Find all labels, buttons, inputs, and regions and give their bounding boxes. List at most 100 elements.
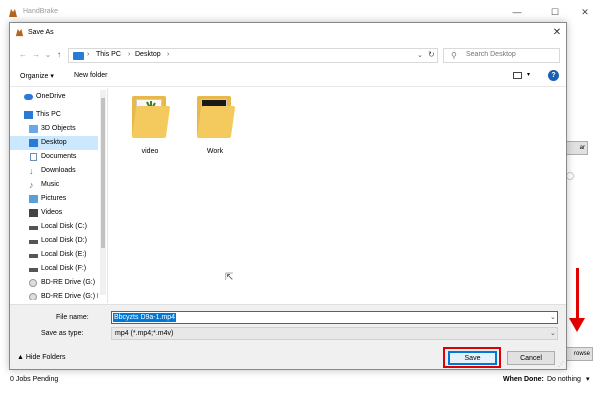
sidebar-scroll-thumb[interactable]: [101, 98, 105, 248]
dialog-close-button[interactable]: ✕: [550, 26, 564, 40]
sidebar-item-documents[interactable]: Documents: [10, 150, 98, 164]
folder-front: [131, 106, 171, 138]
file-name-value[interactable]: Bbcyzts D9a-1.mp4: [113, 313, 177, 322]
sidebar-item-music[interactable]: ♪ Music: [10, 178, 98, 192]
sidebar-item-label: Local Disk (F:): [41, 265, 87, 272]
videos-icon: [29, 209, 38, 217]
maximize-button[interactable]: ☐: [548, 6, 562, 18]
sidebar-item-label: Local Disk (C:): [41, 223, 87, 230]
sidebar-item-label: This PC: [36, 111, 61, 118]
breadcrumb-desktop[interactable]: Desktop: [135, 51, 161, 58]
close-button[interactable]: ✕: [578, 6, 592, 18]
annotation-arrow-icon: [569, 318, 585, 332]
help-icon[interactable]: ?: [548, 70, 559, 81]
folder-front: [196, 106, 236, 138]
sidebar-item-this-pc[interactable]: This PC: [10, 108, 98, 122]
save-as-type-label: Save as type:: [41, 330, 84, 337]
file-name-input[interactable]: Bbcyzts D9a-1.mp4 ⌄: [111, 311, 558, 324]
sidebar-item-desktop[interactable]: Desktop: [10, 136, 98, 150]
when-done-label: When Done:: [503, 376, 544, 383]
handbrake-partial-button[interactable]: ar: [564, 141, 588, 155]
navigation-row: ← → ⌄ ↑ › This PC › Desktop › ⌄ ↻ ⚲: [10, 43, 566, 67]
file-name-label: File name:: [56, 314, 89, 321]
back-arrow-icon[interactable]: ←: [17, 49, 29, 61]
breadcrumb-separator-icon[interactable]: ›: [87, 51, 89, 58]
new-folder-button[interactable]: New folder: [74, 72, 107, 79]
sidebar-item-label: BD-RE Drive (G:): [41, 279, 96, 286]
up-arrow-icon[interactable]: ↑: [53, 49, 65, 61]
handbrake-dialog-icon: [15, 28, 24, 37]
hide-folders-button[interactable]: ▲ Hide Folders: [17, 354, 66, 361]
sidebar-item-local-disk-f[interactable]: Local Disk (F:): [10, 262, 98, 276]
sidebar-item-label: Pictures: [41, 195, 67, 202]
disc-drive-icon: [29, 279, 37, 287]
folder-label: video: [141, 148, 159, 155]
cloud-icon: [24, 94, 33, 100]
sidebar-item-local-disk-d[interactable]: Local Disk (D:): [10, 234, 98, 248]
cancel-button[interactable]: Cancel: [507, 351, 555, 365]
resize-grip-icon[interactable]: ⋰: [558, 361, 564, 368]
document-icon: [30, 153, 37, 161]
dialog-title: Save As: [28, 29, 54, 36]
drive-icon: [29, 226, 38, 230]
dialog-toolbar: Organize ▾ New folder ▾ ?: [10, 67, 566, 87]
music-icon: ♪: [29, 180, 34, 190]
sidebar-item-label: 3D Objects: [41, 125, 76, 132]
search-input[interactable]: [466, 51, 556, 58]
address-bar[interactable]: › This PC › Desktop › ⌄ ↻: [68, 48, 438, 63]
annotation-arrow-shaft: [576, 268, 579, 323]
handbrake-browse-button[interactable]: rowse: [563, 347, 593, 361]
filename-panel: File name: Bbcyzts D9a-1.mp4 ⌄ Save as t…: [10, 304, 566, 344]
sidebar-item-videos[interactable]: Videos: [10, 206, 98, 220]
refresh-icon[interactable]: ↻: [428, 50, 435, 59]
save-as-type-select[interactable]: mp4 (*.mp4;*.m4v) ⌄: [111, 327, 558, 340]
breadcrumb-this-pc[interactable]: This PC: [96, 51, 121, 58]
sidebar-item-label: Documents: [41, 153, 77, 160]
sidebar-item-local-disk-c[interactable]: Local Disk (C:): [10, 220, 98, 234]
desktop-icon: [29, 139, 38, 147]
drive-icon: [29, 240, 38, 244]
sidebar-item-bd-re-drive[interactable]: BD-RE Drive (G:): [10, 276, 98, 290]
chevron-down-icon[interactable]: ⌄: [550, 313, 556, 321]
view-options-icon[interactable]: [513, 72, 522, 79]
folder-work[interactable]: Work: [185, 92, 245, 167]
breadcrumb-separator-icon[interactable]: ›: [128, 51, 130, 58]
sidebar-item-pictures[interactable]: Pictures: [10, 192, 98, 206]
minimize-button[interactable]: —: [510, 6, 524, 18]
download-icon: ↓: [29, 166, 34, 176]
pictures-icon: [29, 195, 38, 203]
forward-arrow-icon[interactable]: →: [30, 49, 42, 61]
sidebar-item-3d-objects[interactable]: 3D Objects: [10, 122, 98, 136]
sidebar-item-bd-re-drive-partial[interactable]: BD-RE Drive (G:) D: [10, 290, 98, 300]
drive-icon: [29, 268, 38, 272]
organize-button[interactable]: Organize ▾: [20, 72, 54, 80]
sidebar-item-local-disk-e[interactable]: Local Disk (E:): [10, 248, 98, 262]
cube-icon: [29, 125, 38, 133]
when-done-select[interactable]: Do nothing: [547, 376, 581, 383]
sidebar-item-label: Desktop: [41, 139, 67, 146]
sidebar-item-onedrive[interactable]: OneDrive: [10, 90, 98, 104]
chevron-down-icon[interactable]: ▾: [527, 71, 530, 78]
handbrake-app-icon: [8, 8, 18, 18]
sidebar-item-label: Music: [41, 181, 60, 188]
jobs-pending-status: 0 Jobs Pending: [10, 376, 59, 383]
chevron-down-icon[interactable]: ▾: [586, 375, 590, 383]
handbrake-radio-icon[interactable]: [566, 172, 574, 180]
folder-label: Work: [206, 148, 224, 155]
breadcrumb-separator-icon[interactable]: ›: [167, 51, 169, 58]
search-box[interactable]: ⚲: [443, 48, 560, 63]
chevron-down-icon[interactable]: ⌄: [417, 51, 423, 59]
folder-video[interactable]: video: [120, 92, 180, 167]
chevron-down-icon[interactable]: ⌄: [550, 329, 556, 337]
save-button[interactable]: Save: [448, 351, 497, 365]
search-icon: ⚲: [451, 51, 457, 60]
mouse-cursor-icon: ⇱: [225, 272, 234, 283]
file-list-area: video Work ⇱: [109, 88, 566, 303]
sidebar-item-label: Local Disk (D:): [41, 237, 87, 244]
dialog-button-bar: ▲ Hide Folders Save Cancel ⋰: [10, 344, 566, 369]
sidebar-item-downloads[interactable]: ↓ Downloads: [10, 164, 98, 178]
computer-icon: [24, 111, 33, 119]
dialog-titlebar: Save As ✕: [10, 23, 566, 43]
sidebar-item-label: Local Disk (E:): [41, 251, 87, 258]
navigation-pane: OneDrive This PC 3D Objects Desktop Docu…: [10, 88, 108, 303]
